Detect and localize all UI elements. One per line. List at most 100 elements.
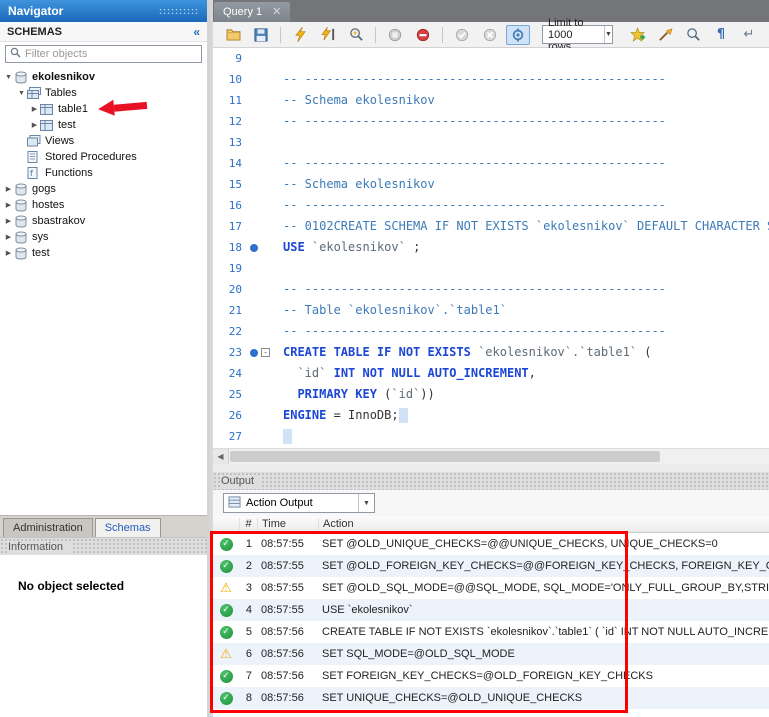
sql-editor[interactable]: 910-- ----------------------------------… — [213, 48, 769, 448]
filter-box[interactable] — [5, 45, 202, 63]
code-line[interactable]: 24 `id` INT NOT NULL AUTO_INCREMENT, — [213, 363, 769, 384]
save-script-icon[interactable] — [249, 25, 273, 45]
code-line[interactable]: 22-- -----------------------------------… — [213, 321, 769, 342]
tree-row[interactable]: ▼ ekolesnikov — [0, 69, 207, 85]
line-number: 21 — [213, 300, 247, 321]
chevron-right-icon[interactable]: ▶ — [3, 217, 14, 225]
tree-item-label[interactable]: Stored Procedures — [45, 151, 137, 163]
code-line[interactable]: 13 — [213, 132, 769, 153]
code-line[interactable]: 17-- 0102CREATE SCHEMA IF NOT EXISTS `ek… — [213, 216, 769, 237]
open-script-icon[interactable] — [221, 25, 245, 45]
code-line[interactable]: 26ENGINE = InnoDB; — [213, 405, 769, 426]
code-line[interactable]: 19 — [213, 258, 769, 279]
code-line[interactable]: 16-- -----------------------------------… — [213, 195, 769, 216]
stop-icon[interactable] — [383, 25, 407, 45]
tree-item-label[interactable]: gogs — [32, 183, 56, 195]
tab-administration[interactable]: Administration — [3, 518, 93, 537]
scrollbar-thumb[interactable] — [230, 451, 660, 462]
tree-row[interactable]: ▶ sbastrakov — [0, 213, 207, 229]
output-row[interactable]: ⚠308:57:55SET @OLD_SQL_MODE=@@SQL_MODE, … — [213, 577, 769, 599]
commit-icon[interactable] — [450, 25, 474, 45]
output-row[interactable]: ✓708:57:56SET FOREIGN_KEY_CHECKS=@OLD_FO… — [213, 665, 769, 687]
close-tab-icon[interactable]: ✕ — [272, 7, 281, 18]
tree-row[interactable]: ▶ sys — [0, 229, 207, 245]
tree-row[interactable]: ▶ test — [0, 117, 207, 133]
tab-schemas[interactable]: Schemas — [95, 518, 161, 537]
code-line[interactable]: 12-- -----------------------------------… — [213, 111, 769, 132]
output-view-dropdown[interactable]: Action Output ▼ — [223, 493, 375, 513]
tree-row[interactable]: Views — [0, 133, 207, 149]
tree-row[interactable]: fFunctions — [0, 165, 207, 181]
tree-item-label[interactable]: sys — [32, 231, 49, 243]
output-row[interactable]: ✓208:57:55SET @OLD_FOREIGN_KEY_CHECKS=@@… — [213, 555, 769, 577]
editor-horizontal-scrollbar[interactable]: ◀ — [213, 448, 769, 464]
tree-item-label[interactable]: hostes — [32, 199, 64, 211]
tab-query-1[interactable]: Query 1 ✕ — [214, 2, 290, 22]
schema-icon — [14, 199, 29, 212]
limit-rows-dropdown[interactable]: Limit to 1000 rows ▼ — [542, 25, 613, 44]
toolbar-divider — [442, 27, 443, 43]
execute-icon[interactable] — [288, 25, 312, 45]
rollback-icon[interactable] — [478, 25, 502, 45]
chevron-right-icon[interactable]: ▶ — [3, 201, 14, 209]
output-row[interactable]: ✓808:57:56SET UNIQUE_CHECKS=@OLD_UNIQUE_… — [213, 687, 769, 709]
tree-row[interactable]: ▼ Tables — [0, 85, 207, 101]
output-row[interactable]: ✓508:57:56CREATE TABLE IF NOT EXISTS `ek… — [213, 621, 769, 643]
panel-splitter[interactable] — [213, 464, 769, 472]
chevron-right-icon[interactable]: ▶ — [29, 105, 40, 113]
tree-item-label[interactable]: test — [32, 247, 50, 259]
chevron-right-icon[interactable]: ▶ — [3, 233, 14, 241]
tree-row[interactable]: ▶ hostes — [0, 197, 207, 213]
chevron-down-icon[interactable]: ▼ — [3, 74, 14, 81]
tree-row[interactable]: ▶ test — [0, 245, 207, 261]
code-line[interactable]: 21-- Table `ekolesnikov`.`table1` — [213, 300, 769, 321]
tree-item-label[interactable]: test — [58, 119, 76, 131]
output-row[interactable]: ⚠608:57:56SET SQL_MODE=@OLD_SQL_MODE — [213, 643, 769, 665]
table-icon — [40, 119, 55, 132]
code-line[interactable]: 14-- -----------------------------------… — [213, 153, 769, 174]
code-line[interactable]: 15-- Schema ekolesnikov — [213, 174, 769, 195]
tree-item-label[interactable]: Functions — [45, 167, 93, 179]
chevron-right-icon[interactable]: ▶ — [29, 121, 40, 129]
code-line[interactable]: 10-- -----------------------------------… — [213, 69, 769, 90]
chevron-down-icon[interactable]: ▼ — [16, 90, 27, 97]
tree-item-label[interactable]: table1 — [58, 103, 88, 115]
execute-current-icon[interactable] — [316, 25, 340, 45]
code-line[interactable]: 23-CREATE TABLE IF NOT EXISTS `ekolesnik… — [213, 342, 769, 363]
find-icon[interactable] — [681, 25, 705, 45]
wrap-icon[interactable]: ↵ — [737, 25, 761, 45]
code-line[interactable]: 20-- -----------------------------------… — [213, 279, 769, 300]
success-icon: ✓ — [213, 560, 239, 573]
explain-icon[interactable] — [344, 25, 368, 45]
beautify-icon[interactable] — [653, 25, 677, 45]
selection-block — [283, 429, 292, 444]
line-number: 24 — [213, 363, 247, 384]
output-row[interactable]: ✓408:57:55USE `ekolesnikov` — [213, 599, 769, 621]
output-row[interactable]: ✓108:57:55SET @OLD_UNIQUE_CHECKS=@@UNIQU… — [213, 533, 769, 555]
code-line[interactable]: 25 PRIMARY KEY (`id`)) — [213, 384, 769, 405]
tree-item-label[interactable]: Tables — [45, 87, 77, 99]
line-number: 25 — [213, 384, 247, 405]
chevron-right-icon[interactable]: ▶ — [3, 185, 14, 193]
invisibles-icon[interactable]: ¶ — [709, 25, 733, 45]
tree-item-label[interactable]: sbastrakov — [32, 215, 85, 227]
tree-item-label[interactable]: ekolesnikov — [32, 71, 95, 83]
save-snippet-icon[interactable] — [625, 25, 649, 45]
tree-row[interactable]: ▶ gogs — [0, 181, 207, 197]
tree-item-label[interactable]: Views — [45, 135, 74, 147]
toggle-stop-on-error-icon[interactable] — [411, 25, 435, 45]
tree-row[interactable]: ▶ table1 — [0, 101, 207, 117]
chevron-right-icon[interactable]: ▶ — [3, 249, 14, 257]
statement-marker-icon — [250, 349, 258, 357]
code-line[interactable]: 27 — [213, 426, 769, 447]
code-text: CREATE TABLE IF NOT EXISTS `ekolesnikov`… — [273, 342, 651, 363]
fold-collapse-icon[interactable]: - — [261, 348, 270, 357]
collapse-schemas-icon[interactable]: « — [193, 25, 200, 39]
filter-input[interactable] — [25, 48, 197, 60]
scroll-left-icon[interactable]: ◀ — [213, 449, 229, 464]
tree-row[interactable]: Stored Procedures — [0, 149, 207, 165]
toggle-autocommit-icon[interactable] — [506, 25, 530, 45]
code-line[interactable]: 11-- Schema ekolesnikov — [213, 90, 769, 111]
code-line[interactable]: 18USE `ekolesnikov` ; — [213, 237, 769, 258]
code-line[interactable]: 9 — [213, 48, 769, 69]
